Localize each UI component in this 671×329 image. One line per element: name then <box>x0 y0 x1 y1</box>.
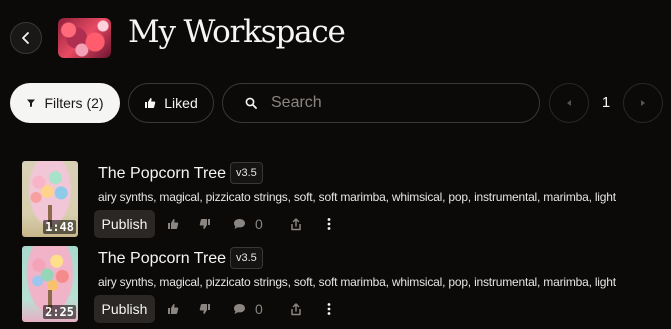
share-icon <box>291 302 301 315</box>
thumbs-up-icon <box>168 304 179 314</box>
next-page-button[interactable] <box>623 83 663 123</box>
dislike-button[interactable] <box>195 299 215 319</box>
dislike-button[interactable] <box>195 214 215 234</box>
publish-button[interactable]: Publish <box>94 210 155 238</box>
filters-button[interactable]: Filters (2) <box>10 83 120 123</box>
song-row[interactable]: 1:48 The Popcorn Tree v3.5 airy synths, … <box>0 158 671 243</box>
song-row[interactable]: 2:25 The Popcorn Tree v3.5 airy synths, … <box>0 243 671 328</box>
liked-label: Liked <box>164 95 198 111</box>
more-vertical-icon <box>327 303 331 315</box>
share-button[interactable] <box>286 299 306 319</box>
song-tags: airy synths, magical, pizzicato strings,… <box>98 275 616 289</box>
filters-label: Filters (2) <box>44 95 104 111</box>
song-tags: airy synths, magical, pizzicato strings,… <box>98 190 616 204</box>
song-title[interactable]: The Popcorn Tree <box>98 250 226 268</box>
more-options-button[interactable] <box>319 299 339 319</box>
comment-icon <box>233 219 245 229</box>
song-duration: 2:25 <box>43 305 76 319</box>
song-title[interactable]: The Popcorn Tree <box>98 165 226 183</box>
version-badge: v3.5 <box>230 247 263 269</box>
version-badge: v3.5 <box>230 162 263 184</box>
liked-filter-button[interactable]: Liked <box>128 83 214 123</box>
share-button[interactable] <box>286 214 306 234</box>
chevron-left-icon <box>22 32 29 44</box>
more-options-button[interactable] <box>319 214 339 234</box>
comment-icon <box>233 304 245 314</box>
like-button[interactable] <box>163 214 183 234</box>
comment-button[interactable] <box>229 299 249 319</box>
thumbs-down-icon <box>199 304 210 314</box>
comment-count: 0 <box>255 216 263 232</box>
comment-button[interactable] <box>229 214 249 234</box>
search-input[interactable] <box>271 94 501 112</box>
triangle-right-icon <box>641 100 645 106</box>
thumbs-down-icon <box>199 219 210 229</box>
song-duration: 1:48 <box>43 220 76 234</box>
back-button[interactable] <box>10 22 42 54</box>
more-vertical-icon <box>327 218 331 230</box>
previous-page-button[interactable] <box>549 83 589 123</box>
workspace-thumbnail <box>58 18 111 58</box>
page-title: My Workspace <box>128 14 346 50</box>
triangle-left-icon <box>567 100 571 106</box>
thumbs-up-icon <box>168 219 179 229</box>
filter-icon <box>27 99 36 107</box>
publish-button[interactable]: Publish <box>94 295 155 323</box>
search-icon <box>245 97 257 109</box>
search-box[interactable] <box>222 83 540 123</box>
like-button[interactable] <box>163 299 183 319</box>
song-cover-image[interactable]: 2:25 <box>22 246 78 322</box>
thumbs-up-icon <box>145 98 156 108</box>
share-icon <box>291 217 301 230</box>
comment-count: 0 <box>255 301 263 317</box>
page-number: 1 <box>601 94 611 111</box>
song-cover-image[interactable]: 1:48 <box>22 161 78 237</box>
